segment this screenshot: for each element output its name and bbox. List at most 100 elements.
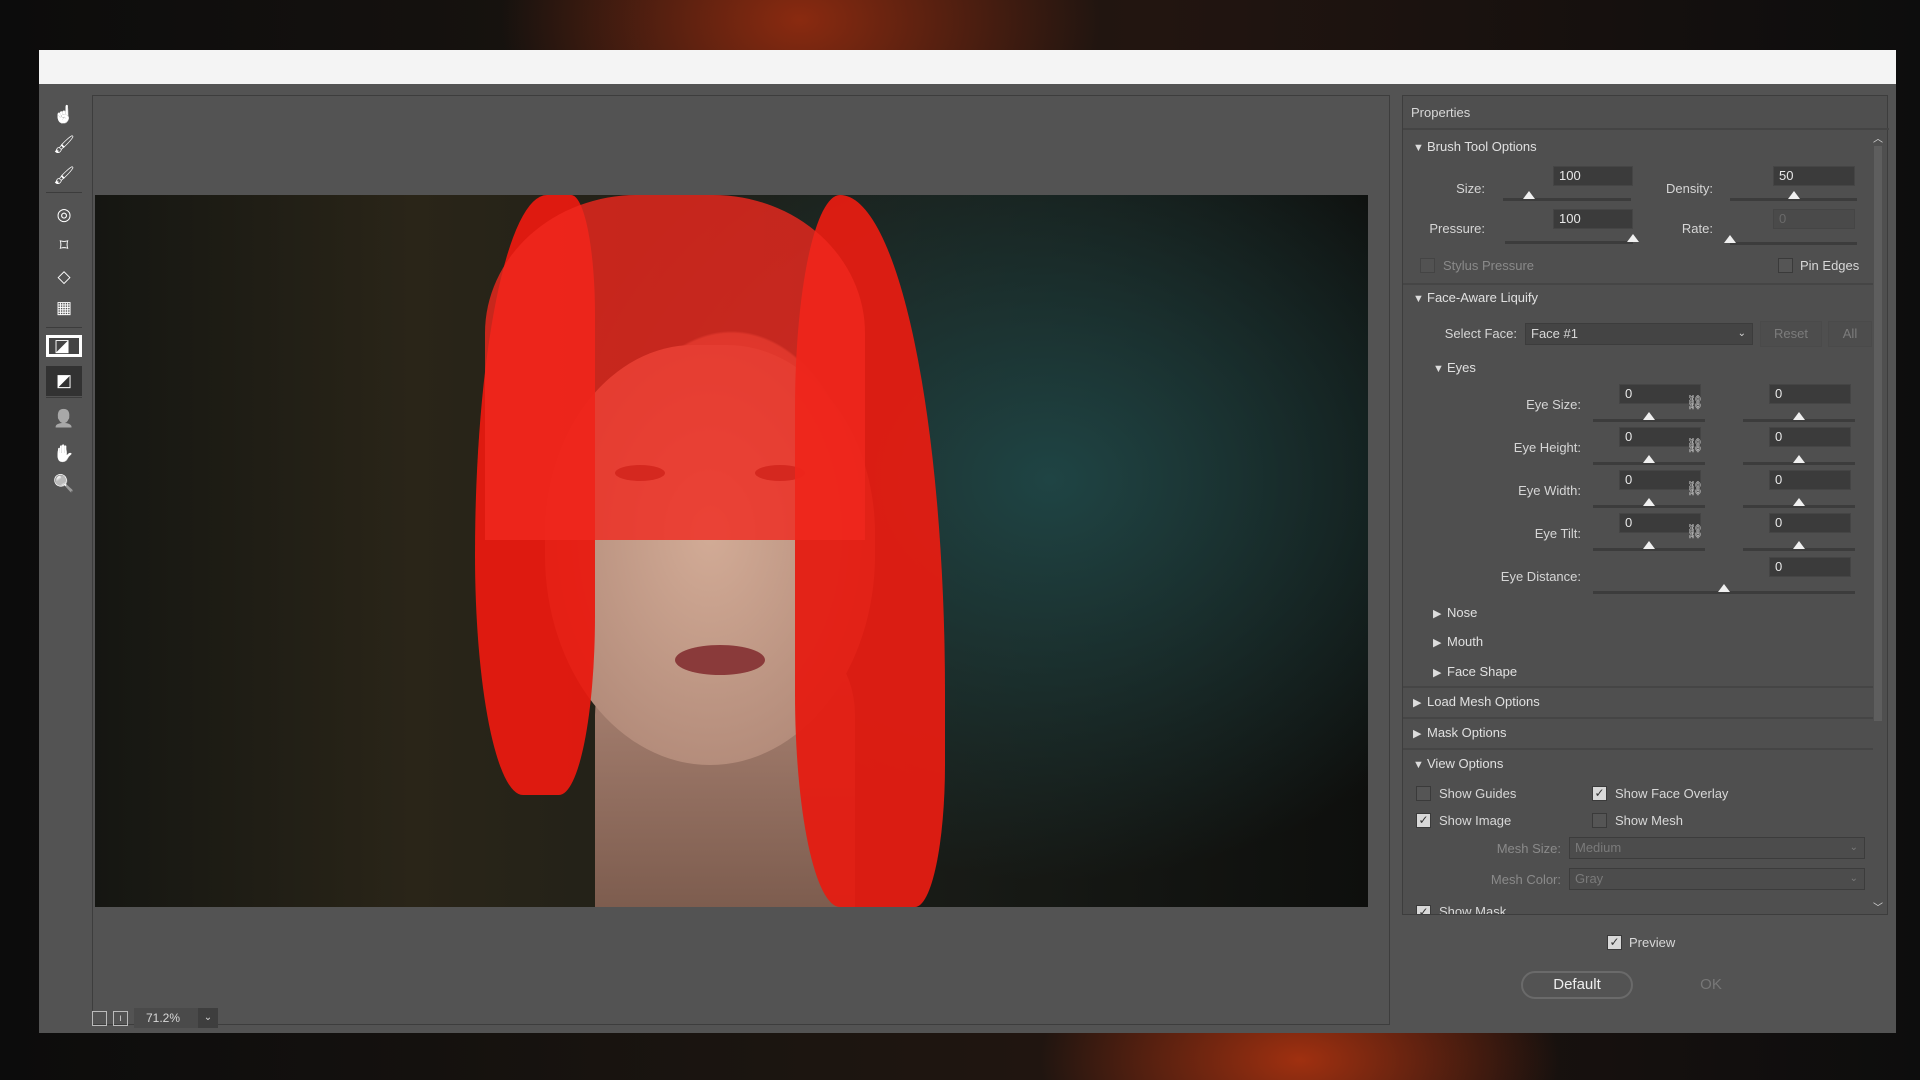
portrait-image[interactable]	[95, 195, 1368, 907]
slider-thumb[interactable]	[1724, 235, 1736, 243]
eye-right-slider[interactable]	[1743, 412, 1855, 422]
show-face-overlay-label: Show Face Overlay	[1615, 786, 1729, 801]
pucker-icon: ⌑	[59, 236, 69, 255]
eye-right-slider[interactable]	[1743, 498, 1855, 508]
face-icon: 👤	[53, 409, 75, 428]
scroll-thumb[interactable]	[1874, 146, 1882, 721]
eyes-header[interactable]: ▼ Eyes	[1433, 360, 1476, 375]
view-single-icon[interactable]	[92, 1010, 107, 1026]
canvas-area[interactable]	[92, 95, 1390, 1025]
section-label: Brush Tool Options	[1427, 139, 1537, 154]
eye-left-slider[interactable]	[1593, 455, 1705, 465]
section-label: Mouth	[1447, 634, 1484, 649]
zoom-tool[interactable]: 🔍	[46, 469, 82, 499]
section-label: Load Mesh Options	[1427, 694, 1540, 709]
slider-thumb[interactable]	[1643, 412, 1655, 420]
show-guides-checkbox[interactable]	[1416, 786, 1431, 801]
collapsed-triangle-icon: ▶	[1433, 667, 1442, 679]
eye-right-input[interactable]: 0	[1769, 513, 1851, 533]
link-icon[interactable]: ⛓	[1686, 480, 1704, 497]
mask-options-header[interactable]: ▶ Mask Options	[1413, 725, 1506, 740]
default-button[interactable]: Default	[1521, 971, 1633, 999]
nose-header[interactable]: ▶ Nose	[1433, 605, 1477, 620]
select-face-label: Select Face:	[1444, 326, 1517, 341]
zoom-level-select[interactable]: 71.2% ⌄	[134, 1008, 218, 1028]
forward-warp-icon: ☝	[53, 105, 75, 124]
face-tool[interactable]: 👤	[46, 404, 82, 434]
slider-thumb[interactable]	[1643, 498, 1655, 506]
thaw-mask-tool[interactable]: ◩	[46, 366, 82, 396]
eye-right-input[interactable]: 0	[1769, 384, 1851, 404]
brush-tool-options-header[interactable]: ▼ Brush Tool Options	[1413, 139, 1537, 154]
eye-left-slider[interactable]	[1593, 498, 1705, 508]
hand-icon: ✋	[53, 444, 75, 463]
slider-thumb[interactable]	[1643, 541, 1655, 549]
eye-right-slider[interactable]	[1743, 455, 1855, 465]
size-slider[interactable]	[1503, 191, 1631, 201]
slider-thumb[interactable]	[1793, 541, 1805, 549]
hand-tool[interactable]: ✋	[46, 439, 82, 469]
pressure-slider[interactable]	[1505, 234, 1639, 244]
freeze-mask-tool[interactable]: ◪	[46, 335, 82, 357]
density-slider[interactable]	[1730, 191, 1857, 201]
panel-content: ▼ Brush Tool Options Size: 100 Density: 50 Pre…	[1403, 130, 1873, 914]
load-mesh-options-header[interactable]: ▶ Load Mesh Options	[1413, 694, 1540, 709]
eye-right-input[interactable]: 0	[1769, 470, 1851, 490]
slider-thumb[interactable]	[1718, 584, 1730, 592]
pucker-tool[interactable]: ⌑	[46, 231, 82, 261]
face-shape-header[interactable]: ▶ Face Shape	[1433, 664, 1517, 679]
stylus-pressure-label: Stylus Pressure	[1443, 258, 1535, 273]
ok-button[interactable]: OK	[1661, 971, 1761, 999]
image-lips	[675, 645, 765, 675]
slider-thumb[interactable]	[1793, 455, 1805, 463]
properties-panel: Properties ▼ Brush Tool Options Size: 100 De…	[1402, 95, 1889, 915]
show-mask-checkbox[interactable]: ✓	[1416, 905, 1431, 914]
eye-right-slider[interactable]	[1743, 541, 1855, 551]
mouth-header[interactable]: ▶ Mouth	[1433, 634, 1483, 649]
scroll-down-icon[interactable]: ﹀	[1871, 899, 1885, 914]
show-image-checkbox[interactable]: ✓	[1416, 813, 1431, 828]
view-options-header[interactable]: ▼ View Options	[1413, 756, 1503, 771]
preview-checkbox[interactable]: ✓	[1607, 935, 1622, 950]
reset-button[interactable]: Reset	[1760, 321, 1822, 347]
section-label: Eyes	[1447, 360, 1476, 375]
reconstruct-tool[interactable]: 🖌	[46, 130, 82, 160]
view-split-icon[interactable]: ı	[113, 1010, 128, 1026]
expanded-triangle-icon: ▼	[1413, 759, 1424, 771]
twirl-tool[interactable]: ◎	[46, 200, 82, 230]
smooth-tool[interactable]: 🖌	[46, 161, 82, 191]
link-icon[interactable]: ⛓	[1686, 394, 1704, 411]
show-face-overlay-checkbox[interactable]: ✓	[1592, 786, 1607, 801]
slider-thumb[interactable]	[1522, 191, 1535, 199]
face-aware-liquify-header[interactable]: ▼ Face-Aware Liquify	[1413, 290, 1538, 305]
eye-right-input[interactable]: 0	[1769, 427, 1851, 447]
select-face-dropdown[interactable]: Face #1 ⌄	[1525, 323, 1753, 345]
slider-thumb[interactable]	[1787, 191, 1800, 199]
slider-thumb[interactable]	[1643, 455, 1655, 463]
divider	[1403, 748, 1873, 750]
link-icon[interactable]: ⛓	[1686, 523, 1704, 540]
push-left-tool[interactable]: ▦	[46, 293, 82, 323]
eye-left-slider[interactable]	[1593, 412, 1705, 422]
pin-edges-checkbox[interactable]	[1778, 258, 1793, 273]
density-input[interactable]: 50	[1773, 166, 1855, 186]
expanded-triangle-icon: ▼	[1413, 142, 1424, 154]
twirl-icon: ◎	[56, 205, 72, 224]
all-button[interactable]: All	[1828, 321, 1872, 347]
eye-distance-input[interactable]: 0	[1769, 557, 1851, 577]
section-label: View Options	[1427, 756, 1504, 771]
chevron-down-icon[interactable]: ⌄	[198, 1008, 218, 1028]
eye-left-slider[interactable]	[1593, 541, 1705, 551]
scroll-up-icon[interactable]: ︿	[1871, 130, 1885, 145]
show-mesh-checkbox[interactable]	[1592, 813, 1607, 828]
slider-thumb[interactable]	[1793, 412, 1805, 420]
eye-distance-slider[interactable]	[1593, 584, 1855, 594]
slider-thumb[interactable]	[1793, 498, 1805, 506]
panel-scrollbar[interactable]: ︿ ﹀	[1871, 130, 1885, 914]
eye-row-label: Eye Tilt:	[1534, 526, 1581, 541]
forward-warp-tool[interactable]: ☝	[46, 100, 82, 130]
freeze-mask-icon: ◪	[54, 336, 71, 355]
bloat-tool[interactable]: ◇	[46, 262, 82, 292]
rate-slider[interactable]	[1724, 235, 1857, 245]
link-icon[interactable]: ⛓	[1686, 437, 1704, 454]
